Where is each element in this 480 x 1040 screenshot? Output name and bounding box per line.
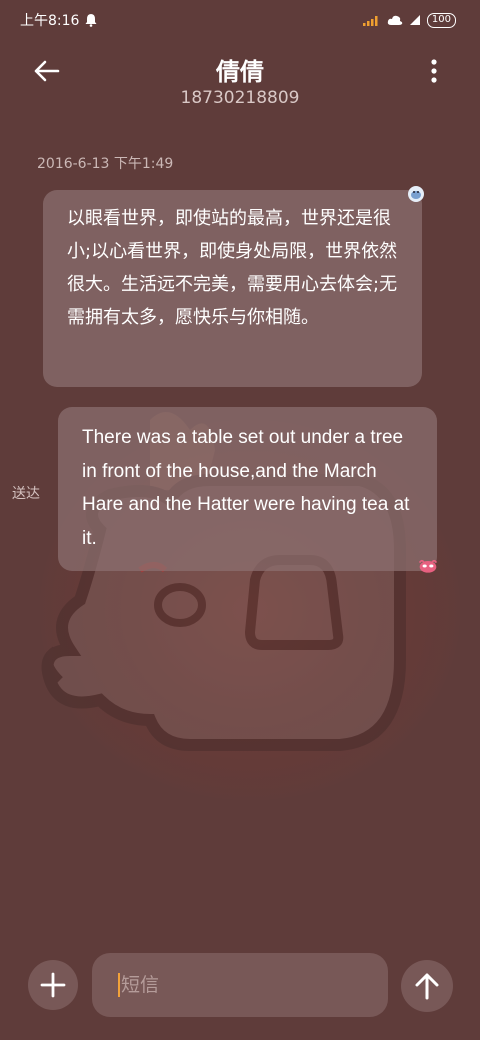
contact-number: 18730218809	[180, 88, 300, 108]
status-bar: 上午8:16 100	[0, 0, 480, 40]
contact-avatar-icon[interactable]	[406, 184, 426, 204]
arrow-up-icon	[415, 973, 439, 1000]
notification-bell-icon	[85, 14, 97, 27]
signal-2-icon	[409, 15, 420, 25]
message-timestamp: 2016-6-13 下午1:49	[37, 156, 174, 172]
status-right: 100	[362, 12, 456, 28]
outgoing-message-bubble[interactable]: There was a table set out under a tree i…	[58, 407, 437, 571]
add-attachment-button[interactable]	[28, 960, 78, 1010]
plus-icon	[40, 972, 66, 998]
message-text: There was a table set out under a tree i…	[82, 427, 410, 549]
message-text: 以眼看世界，即使站的最高，世界还是很小;以心看世界，即使身处局限，世界依然很大。…	[67, 208, 398, 328]
conversation-header: 倩倩 18730218809	[0, 48, 480, 118]
battery-indicator: 100	[426, 12, 456, 28]
status-time: 上午8:16	[20, 13, 80, 29]
cloud-icon	[387, 15, 403, 25]
message-input[interactable]	[121, 974, 361, 996]
user-avatar-icon[interactable]	[418, 556, 438, 576]
incoming-message-bubble[interactable]: 以眼看世界，即使站的最高，世界还是很小;以心看世界，即使身处局限，世界依然很大。…	[43, 190, 422, 387]
status-left: 上午8:16	[20, 10, 98, 30]
signal-icon	[362, 16, 378, 26]
contact-name: 倩倩	[216, 58, 264, 86]
more-vertical-icon[interactable]	[420, 56, 448, 86]
message-input-box[interactable]	[92, 953, 388, 1017]
send-button[interactable]	[401, 960, 453, 1012]
delivery-status: 送达	[12, 486, 40, 502]
text-caret	[118, 973, 120, 997]
